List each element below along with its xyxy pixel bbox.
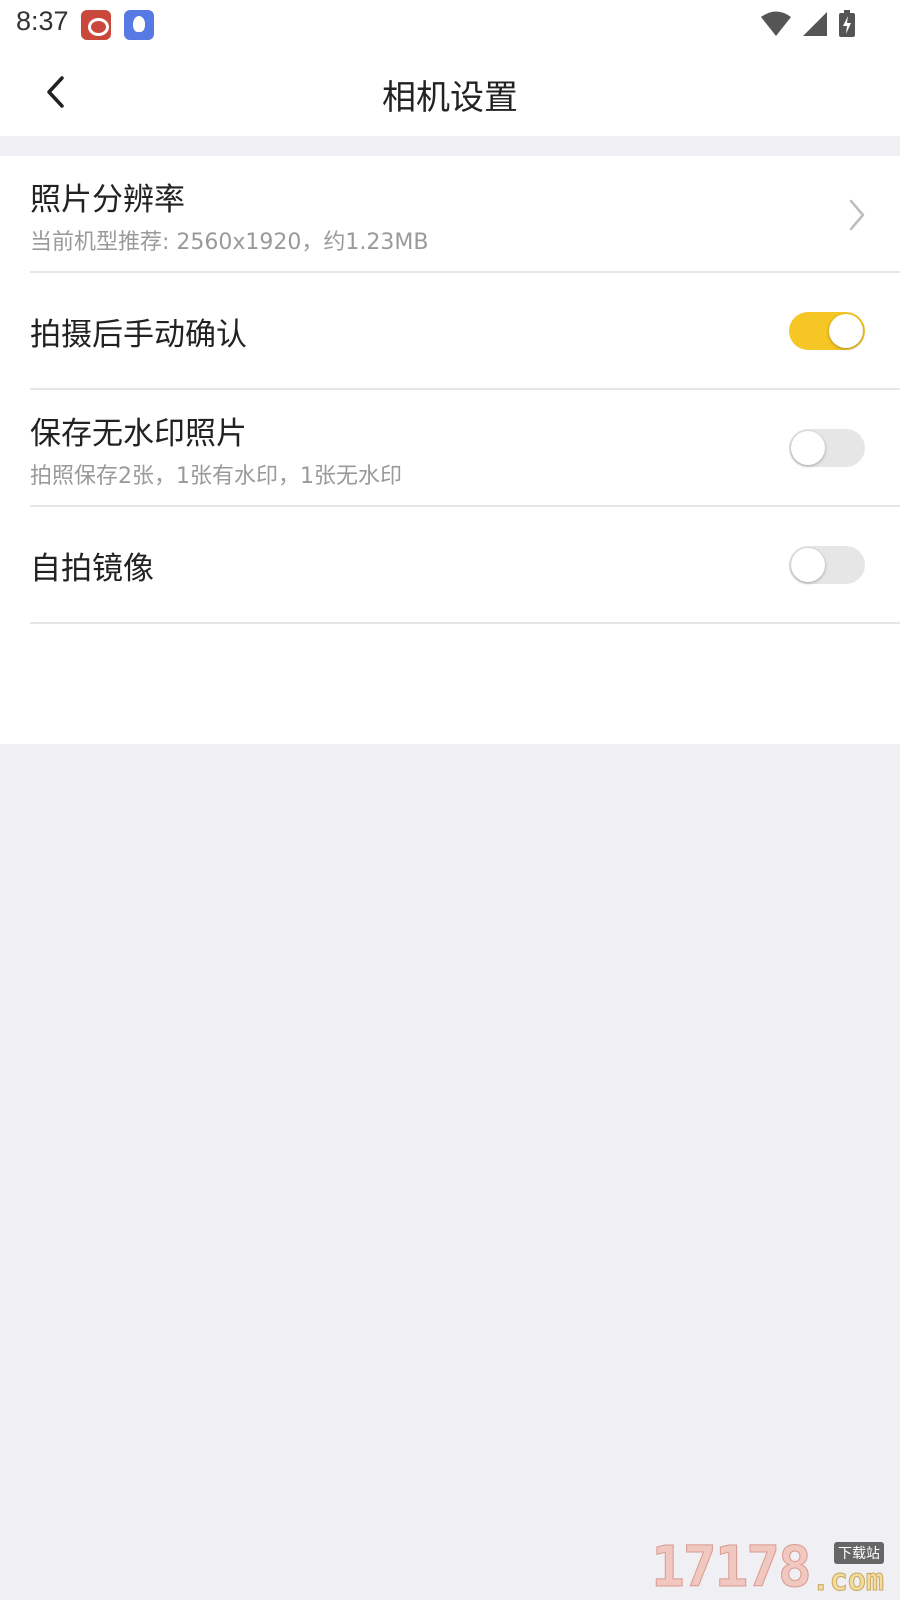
nav-header: 相机设置 <box>0 48 900 136</box>
manual-confirm-toggle[interactable] <box>789 312 865 350</box>
status-indicators <box>760 8 856 40</box>
setting-save-no-watermark: 保存无水印照片 拍照保存2张，1张有水印，1张无水印 <box>0 390 900 507</box>
chevron-right-icon <box>849 199 865 231</box>
setting-title: 保存无水印照片 <box>30 416 247 452</box>
toggle-knob <box>791 548 825 582</box>
setting-title: 照片分辨率 <box>30 182 185 218</box>
watermark-badge: 下载站 <box>834 1542 884 1564</box>
wifi-icon <box>761 11 791 36</box>
page-title: 相机设置 <box>382 78 518 118</box>
watermark-number: 17178 <box>651 1535 813 1600</box>
toggle-knob <box>791 431 825 465</box>
toggle-knob <box>829 314 863 348</box>
weibo-icon <box>81 10 111 40</box>
divider <box>30 622 900 624</box>
setting-title: 自拍镜像 <box>30 551 154 587</box>
setting-manual-confirm: 拍摄后手动确认 <box>0 273 900 390</box>
save-no-watermark-toggle[interactable] <box>789 429 865 467</box>
bird-icon <box>124 10 154 40</box>
selfie-mirror-toggle[interactable] <box>789 546 865 584</box>
setting-selfie-mirror: 自拍镜像 <box>0 507 900 624</box>
setting-photo-resolution[interactable]: 照片分辨率 当前机型推荐: 2560x1920，约1.23MB <box>0 156 900 273</box>
watermark-side: 下载站 .com <box>811 1542 885 1598</box>
setting-title: 拍摄后手动确认 <box>30 317 247 353</box>
settings-list: 照片分辨率 当前机型推荐: 2560x1920，约1.23MB 拍摄后手动确认 … <box>0 156 900 744</box>
watermark-suffix: .com <box>811 1563 884 1598</box>
setting-subtitle: 当前机型推荐: 2560x1920，约1.23MB <box>30 230 429 255</box>
setting-subtitle: 拍照保存2张，1张有水印，1张无水印 <box>30 464 402 489</box>
status-bar: 8:37 <box>0 0 900 48</box>
battery-charging-icon <box>839 10 855 37</box>
site-watermark-logo: 17178 下载站 .com <box>651 1535 885 1600</box>
signal-icon <box>803 12 827 36</box>
status-time: 8:37 <box>16 6 69 36</box>
